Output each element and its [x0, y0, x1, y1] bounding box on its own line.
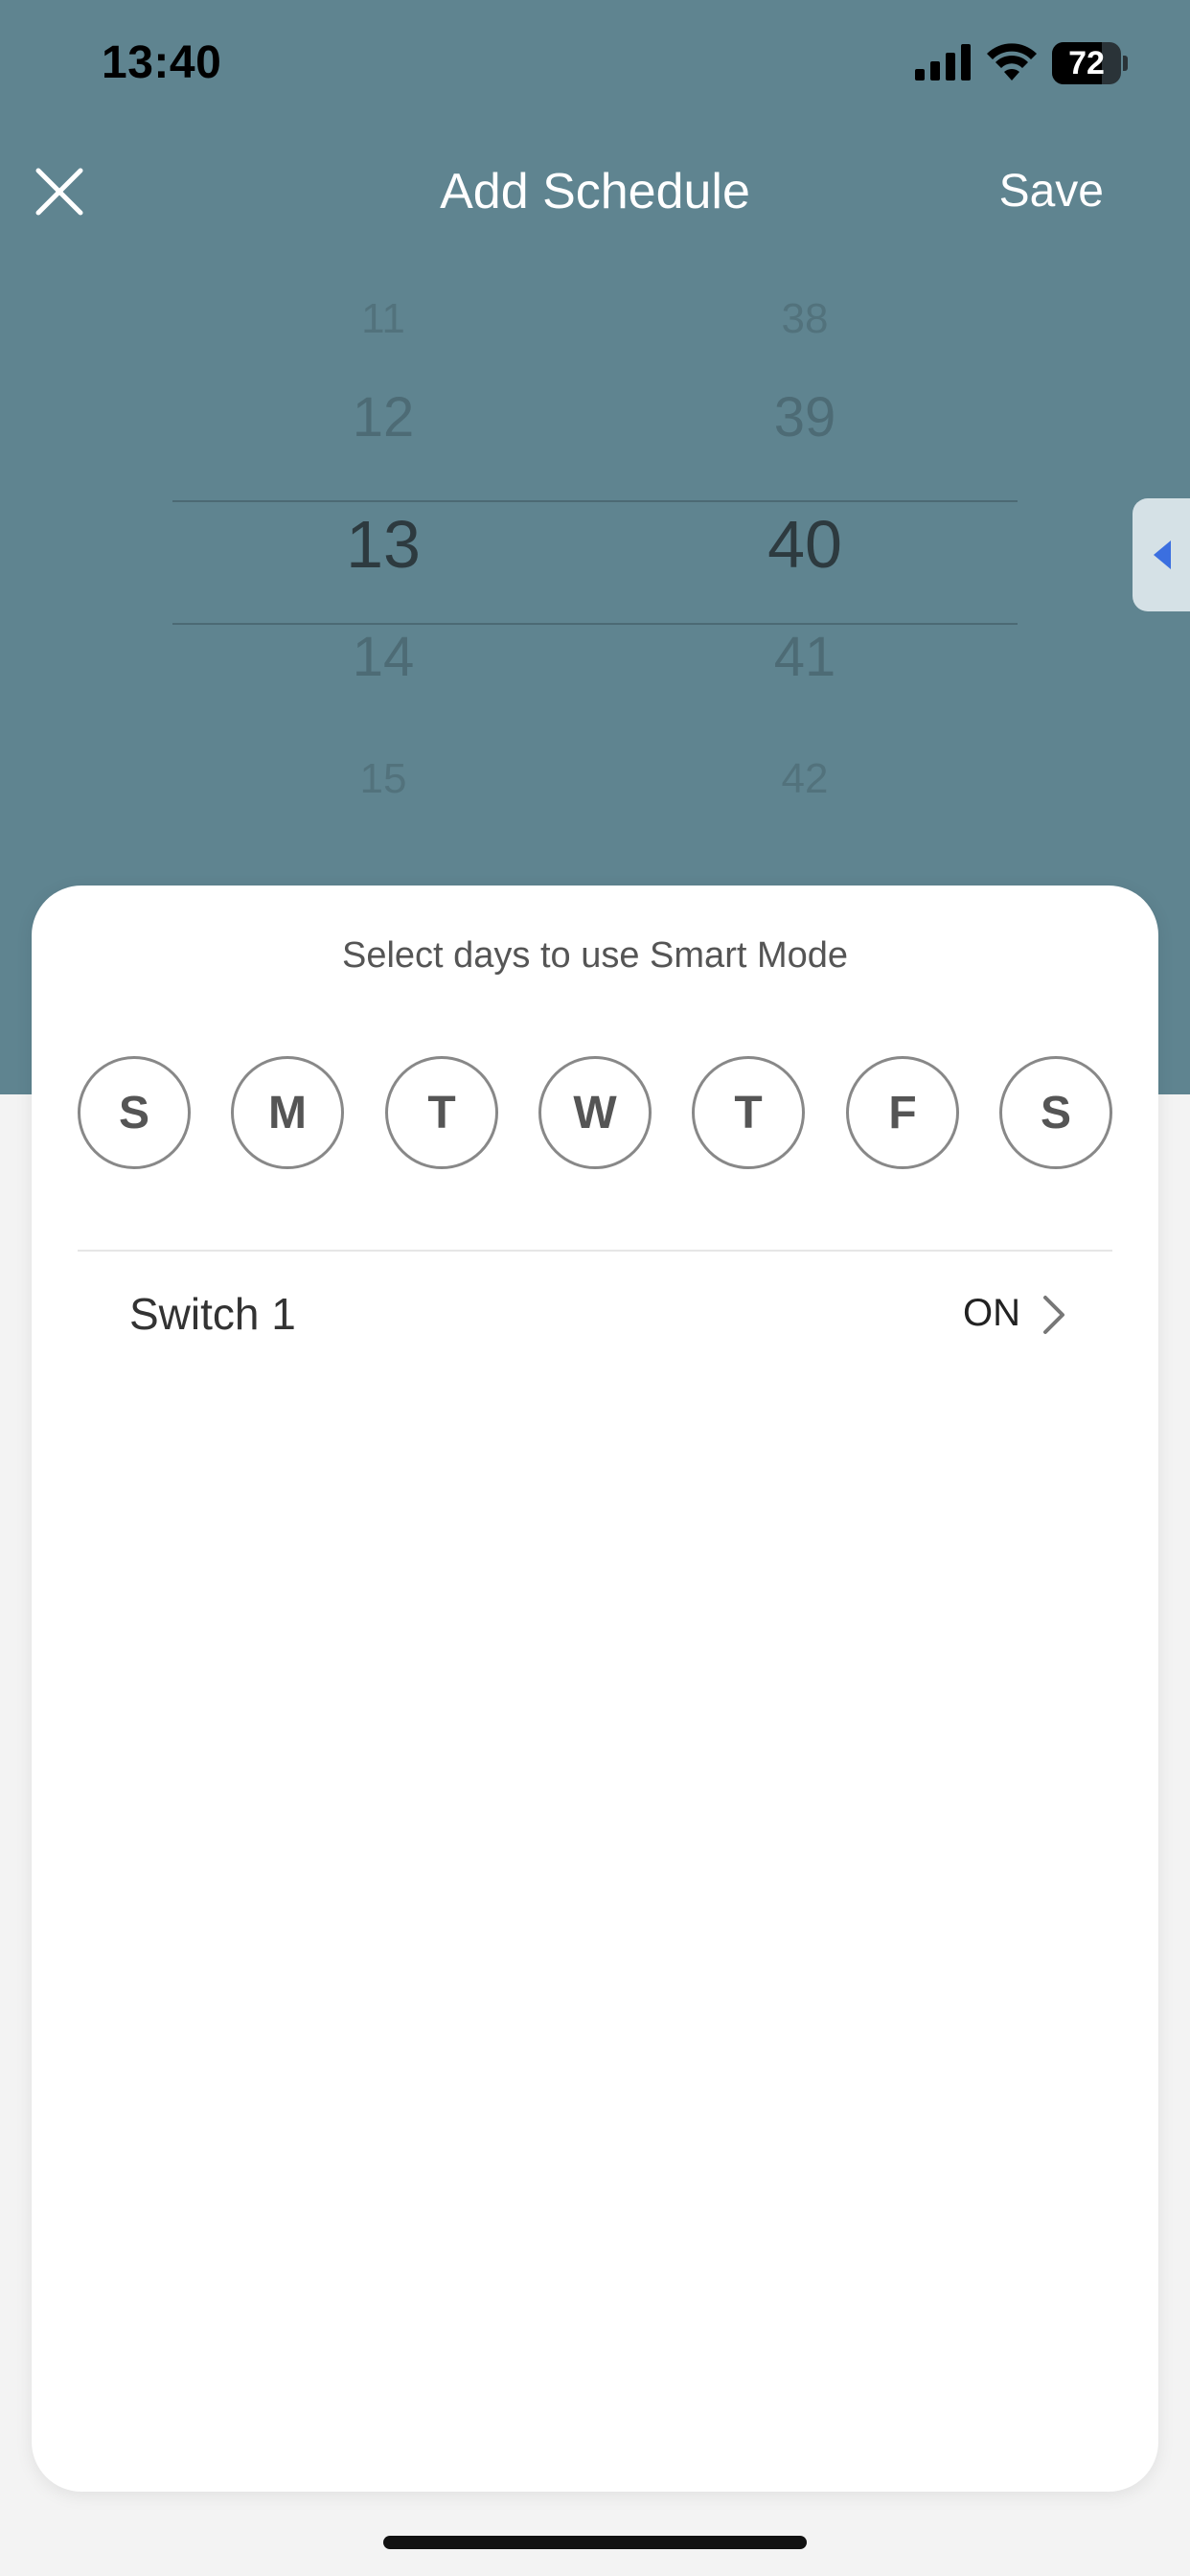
switch-value: ON — [963, 1292, 1020, 1334]
save-button[interactable]: Save — [999, 161, 1104, 222]
status-bar: 13:40 72 — [0, 0, 1190, 134]
minute-item[interactable]: 42 — [690, 753, 920, 795]
day-button[interactable]: T — [385, 1056, 498, 1169]
hour-item[interactable]: 11 — [268, 297, 498, 345]
hour-item[interactable]: 15 — [268, 753, 498, 795]
hour-item[interactable]: 13 — [268, 506, 498, 583]
minute-wheel[interactable]: 38 39 40 41 42 — [690, 297, 920, 795]
divider — [78, 1250, 1112, 1252]
home-indicator — [383, 2536, 807, 2549]
hour-item[interactable]: 12 — [268, 385, 498, 450]
battery-level: 72 — [1068, 45, 1105, 81]
battery-icon: 72 — [1052, 42, 1128, 84]
minute-item[interactable]: 40 — [690, 506, 920, 583]
minute-item[interactable]: 39 — [690, 385, 920, 450]
status-time: 13:40 — [102, 37, 222, 88]
time-picker: 11 12 13 14 15 38 39 40 41 42 — [172, 297, 1018, 795]
switch-label: Switch 1 — [129, 1289, 296, 1339]
cellular-signal-icon — [915, 44, 971, 80]
day-button[interactable]: S — [78, 1056, 191, 1169]
days-prompt: Select days to use Smart Mode — [341, 935, 849, 976]
day-button[interactable]: F — [846, 1056, 959, 1169]
hour-wheel[interactable]: 11 12 13 14 15 — [268, 297, 498, 795]
day-button[interactable]: S — [999, 1056, 1112, 1169]
wifi-icon — [987, 43, 1037, 80]
add-schedule-screen: 13:40 72 Add Schedule Save 11 12 13 14 1… — [0, 0, 1190, 2576]
close-button[interactable] — [29, 161, 90, 222]
minute-item[interactable]: 41 — [690, 625, 920, 690]
hour-item[interactable]: 14 — [268, 625, 498, 690]
side-panel-handle[interactable] — [1133, 498, 1190, 611]
schedule-card: Select days to use Smart Mode SMTWTFS Sw… — [32, 886, 1158, 2492]
switch-row[interactable]: Switch 1 ON — [78, 1269, 1112, 1361]
close-icon — [35, 168, 83, 216]
day-selector: SMTWTFS — [78, 1056, 1112, 1171]
caret-left-icon — [1154, 540, 1171, 569]
minute-item[interactable]: 38 — [690, 297, 920, 345]
day-button[interactable]: W — [538, 1056, 652, 1169]
chevron-right-icon — [1043, 1296, 1064, 1334]
day-button[interactable]: T — [692, 1056, 805, 1169]
day-button[interactable]: M — [231, 1056, 344, 1169]
